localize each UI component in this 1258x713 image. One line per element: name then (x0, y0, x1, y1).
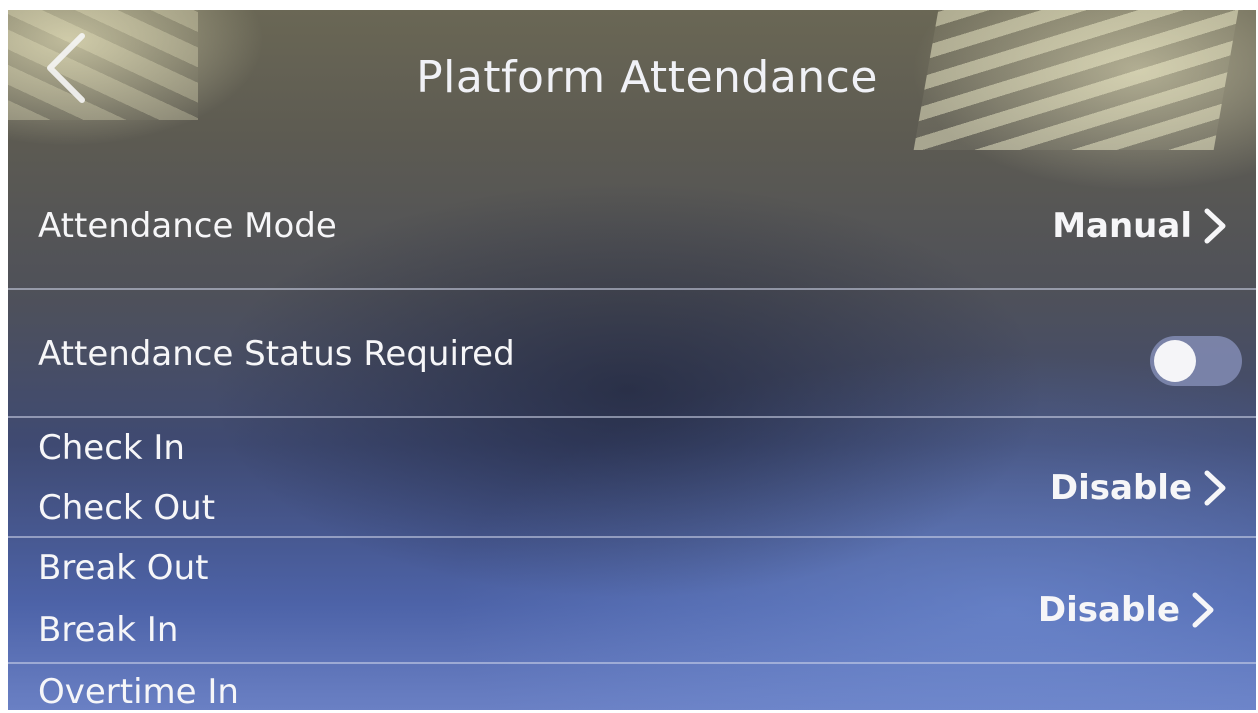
check-in-label: Check In (38, 428, 185, 468)
chevron-right-icon (1202, 206, 1228, 246)
break-out-in-value-text: Disable (1037, 590, 1180, 630)
device-screen: Platform Attendance Attendance Mode Manu… (8, 10, 1256, 710)
overtime-in-label: Overtime In (38, 672, 239, 710)
break-out-in-value[interactable]: Disable (1038, 590, 1216, 630)
chevron-right-icon (1190, 590, 1216, 630)
attendance-mode-label: Attendance Mode (38, 206, 337, 246)
check-out-label: Check Out (38, 488, 216, 528)
header: Platform Attendance (8, 10, 1256, 160)
check-in-out-row[interactable]: Check In Check Out Disable (8, 418, 1256, 538)
attendance-status-required-label: Attendance Status Required (38, 334, 515, 374)
break-out-in-row[interactable]: Break Out Break In Disable (8, 538, 1256, 664)
check-in-out-value-text: Disable (1049, 468, 1192, 508)
chevron-right-icon (1202, 468, 1228, 508)
break-in-label: Break In (38, 610, 179, 650)
attendance-status-required-row: Attendance Status Required (8, 290, 1256, 418)
page-title: Platform Attendance (416, 52, 878, 103)
attendance-status-required-toggle[interactable] (1150, 336, 1242, 386)
break-out-label: Break Out (38, 548, 209, 588)
toggle-knob (1154, 340, 1196, 382)
attendance-mode-row[interactable]: Attendance Mode Manual (8, 160, 1256, 290)
attendance-mode-value-text: Manual (1052, 206, 1192, 246)
overtime-row[interactable]: Overtime In (8, 664, 1256, 710)
check-in-out-value[interactable]: Disable (1050, 468, 1228, 508)
attendance-mode-value[interactable]: Manual (1052, 206, 1228, 246)
